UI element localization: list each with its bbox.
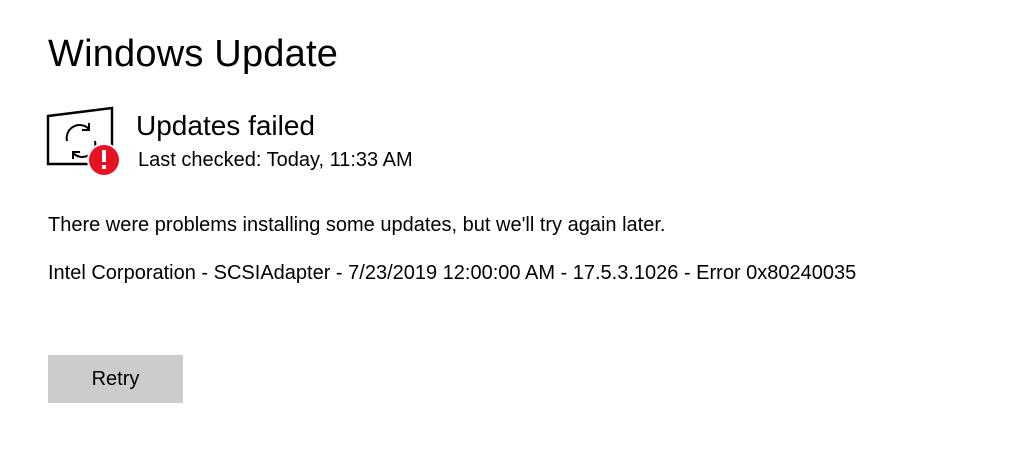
status-message: There were problems installing some upda… [48, 214, 666, 236]
update-failed-icon [44, 104, 124, 180]
last-checked-text: Last checked: Today, 11:33 AM [138, 149, 413, 171]
windows-update-page: Windows Update Updates failed Last check… [0, 0, 1032, 453]
update-status: Updates failed Last checked: Today, 11:3… [44, 104, 744, 184]
failed-update-entry: Intel Corporation - SCSIAdapter - 7/23/2… [48, 262, 857, 284]
retry-button[interactable]: Retry [48, 355, 183, 403]
status-title: Updates failed [136, 110, 316, 141]
page-title: Windows Update [48, 33, 339, 75]
